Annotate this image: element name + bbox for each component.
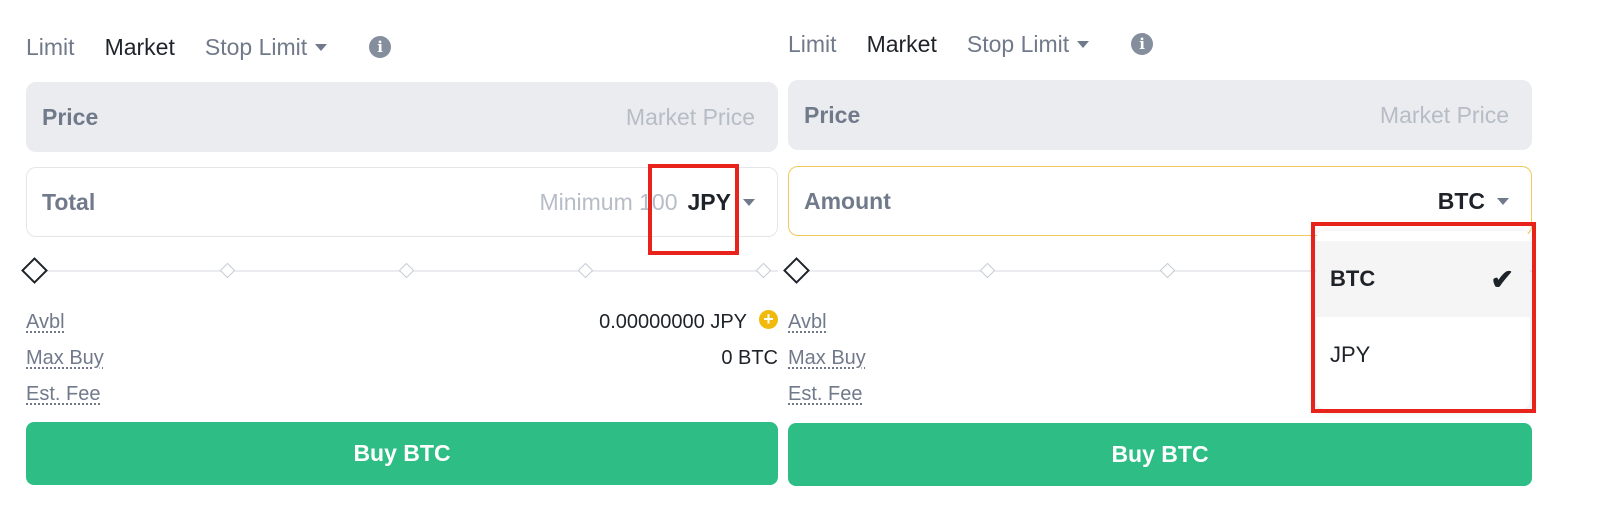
slider-handle[interactable]	[21, 257, 48, 284]
max-buy-label: Max Buy	[788, 346, 866, 369]
slider-step-100[interactable]	[755, 262, 772, 279]
highlight-box-dropdown	[1311, 222, 1536, 413]
est-fee-label: Est. Fee	[788, 382, 863, 405]
price-placeholder: Market Price	[625, 103, 755, 130]
avbl-value: 0.00000000 JPY	[599, 310, 747, 333]
price-label: Price	[804, 101, 861, 128]
amount-slider[interactable]	[21, 257, 778, 284]
tab-market[interactable]: Market	[105, 34, 175, 61]
info-icon[interactable]: i	[1131, 33, 1154, 55]
max-buy-label: Max Buy	[26, 346, 104, 369]
amount-label: Amount	[804, 187, 891, 214]
est-fee-row: Est. Fee	[26, 381, 778, 407]
price-field: Price Market Price	[788, 80, 1532, 150]
est-fee-label: Est. Fee	[26, 382, 101, 405]
caret-down-icon	[743, 198, 755, 206]
price-placeholder: Market Price	[1379, 101, 1509, 128]
tab-limit[interactable]: Limit	[788, 31, 837, 58]
info-icon[interactable]: i	[369, 36, 392, 58]
slider-step-25[interactable]	[219, 262, 236, 279]
tab-stop-limit[interactable]: Stop Limit	[204, 33, 328, 61]
avbl-label: Avbl	[26, 310, 65, 333]
caret-down-icon	[1497, 197, 1509, 205]
currency-selector[interactable]: BTC	[1438, 188, 1509, 215]
order-type-tabs: Limit Market Stop Limit i	[788, 27, 1154, 61]
max-buy-value: 0 BTC	[721, 346, 778, 369]
avbl-row: Avbl 0.00000000 JPY +	[26, 309, 778, 335]
slider-step-25[interactable]	[979, 262, 996, 279]
max-buy-row: Max Buy 0 BTC	[26, 345, 778, 371]
total-label: Total	[42, 188, 96, 215]
slider-step-50[interactable]	[398, 262, 415, 279]
price-field: Price Market Price	[26, 82, 778, 152]
caret-down-icon	[1077, 40, 1090, 48]
tab-limit[interactable]: Limit	[26, 34, 75, 61]
buy-button[interactable]: Buy BTC	[788, 423, 1532, 486]
slider-handle[interactable]	[783, 257, 810, 284]
order-type-tabs: Limit Market Stop Limit i	[26, 30, 392, 64]
currency-selector-label: BTC	[1437, 187, 1485, 214]
caret-down-icon	[315, 43, 328, 51]
tab-stop-limit[interactable]: Stop Limit	[966, 30, 1090, 58]
slider-step-75[interactable]	[577, 262, 594, 279]
tab-stop-limit-label: Stop Limit	[966, 30, 1070, 57]
slider-step-50[interactable]	[1159, 262, 1176, 279]
tab-stop-limit-label: Stop Limit	[204, 33, 308, 60]
avbl-label: Avbl	[788, 310, 827, 333]
tab-market[interactable]: Market	[867, 31, 937, 58]
order-panel-left: Limit Market Stop Limit i Price Market P…	[21, 0, 778, 517]
highlight-box-currency	[648, 164, 739, 255]
price-label: Price	[42, 103, 99, 130]
plus-circle-icon[interactable]: +	[759, 309, 778, 329]
buy-button[interactable]: Buy BTC	[26, 422, 778, 485]
